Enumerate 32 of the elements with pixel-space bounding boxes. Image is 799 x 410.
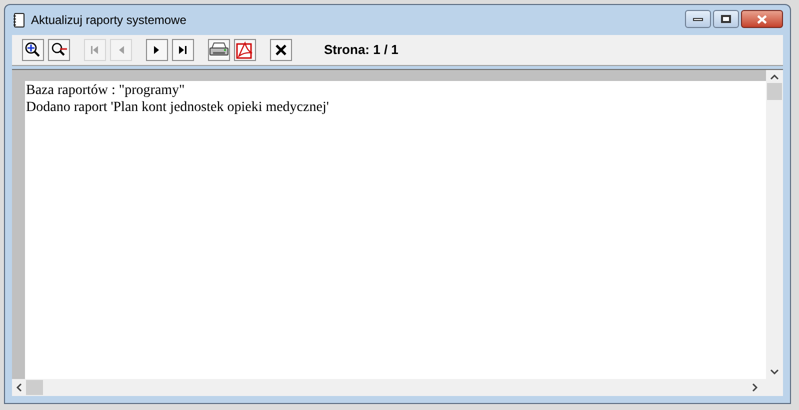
- page-indicator: Strona: 1 / 1: [324, 41, 398, 60]
- next-page-icon: [153, 45, 161, 55]
- zoom-in-button[interactable]: [22, 39, 44, 61]
- first-page-icon: [90, 45, 100, 55]
- scroll-down-icon[interactable]: [770, 369, 779, 375]
- scroll-right-icon[interactable]: [752, 383, 758, 392]
- last-page-icon: [178, 45, 188, 55]
- pdf-icon: [236, 41, 254, 59]
- report-line: Baza raportów : "programy": [26, 82, 186, 99]
- close-button[interactable]: [270, 39, 292, 61]
- minimize-icon: [693, 18, 703, 20]
- last-page-button[interactable]: [172, 39, 194, 61]
- maximize-button[interactable]: [713, 10, 739, 28]
- zoom-in-icon: [24, 41, 42, 59]
- window-title: Aktualizuj raporty systemowe: [31, 12, 186, 29]
- notebook-icon: [13, 12, 25, 28]
- scroll-up-icon[interactable]: [770, 74, 779, 80]
- report-line: Dodano raport 'Plan kont jednostek opieki medycznej': [26, 99, 330, 116]
- scroll-left-icon[interactable]: [16, 383, 22, 392]
- previous-page-icon: [117, 45, 125, 55]
- zoom-out-button[interactable]: [48, 39, 70, 61]
- next-page-button[interactable]: [146, 39, 168, 61]
- maximize-icon: [721, 15, 731, 23]
- pdf-export-button[interactable]: [234, 39, 256, 61]
- close-icon: [757, 14, 767, 24]
- window-close-button[interactable]: [741, 10, 783, 28]
- printer-icon: [209, 42, 229, 58]
- scroll-thumb[interactable]: [767, 83, 782, 100]
- close-icon: [275, 44, 287, 56]
- print-button[interactable]: [208, 39, 230, 61]
- scroll-thumb[interactable]: [26, 380, 43, 395]
- minimize-button[interactable]: [685, 10, 711, 28]
